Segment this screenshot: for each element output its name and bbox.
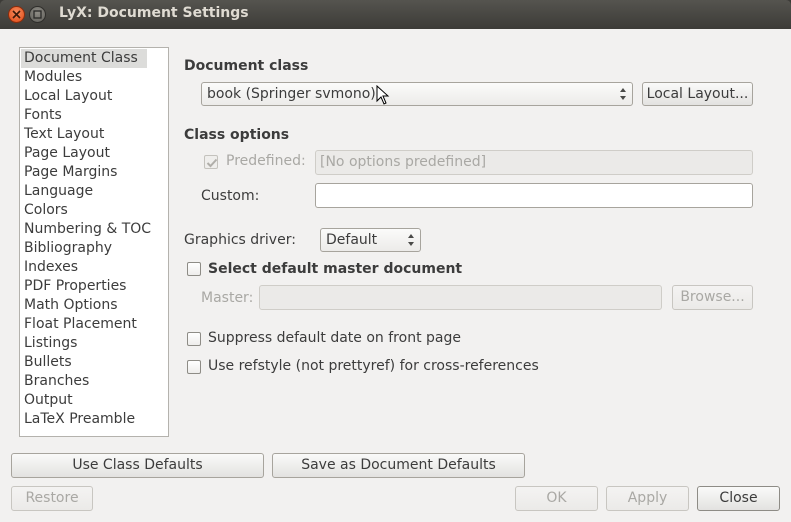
graphics-driver-label: Graphics driver: <box>184 232 296 248</box>
predefined-checkbox[interactable] <box>204 155 218 169</box>
window-title: LyX: Document Settings <box>59 5 249 21</box>
updown-arrows-icon <box>408 234 414 246</box>
window-close-button[interactable] <box>8 6 25 23</box>
nav-item-numbering-toc[interactable]: Numbering & TOC <box>21 220 151 239</box>
nav-item-branches[interactable]: Branches <box>21 372 89 391</box>
nav-item-bibliography[interactable]: Bibliography <box>21 239 112 258</box>
custom-options-input[interactable] <box>315 183 753 208</box>
suppress-date-checkbox[interactable] <box>187 332 201 346</box>
window-maximize-button[interactable] <box>29 6 46 23</box>
nav-item-pdf-properties[interactable]: PDF Properties <box>21 277 126 296</box>
apply-button[interactable]: Apply <box>606 486 689 511</box>
nav-item-math-options[interactable]: Math Options <box>21 296 118 315</box>
local-layout-button[interactable]: Local Layout... <box>642 82 753 106</box>
class-options-heading: Class options <box>184 127 290 143</box>
document-class-value: book (Springer svmono) <box>207 86 376 102</box>
refstyle-checkbox[interactable] <box>187 360 201 374</box>
dialog-body: Document Class Modules Local Layout Fonts Te… <box>0 29 791 522</box>
suppress-date-label: Suppress default date on front page <box>208 330 461 346</box>
nav-item-output[interactable]: Output <box>21 391 73 410</box>
ok-button[interactable]: OK <box>515 486 598 511</box>
document-class-select[interactable]: book (Springer svmono) <box>201 82 633 106</box>
nav-item-document-class[interactable]: Document Class <box>21 49 147 68</box>
predefined-options-field[interactable]: [No options predefined] <box>315 150 753 175</box>
nav-item-colors[interactable]: Colors <box>21 201 68 220</box>
master-document-label: Select default master document <box>208 261 463 277</box>
use-class-defaults-button[interactable]: Use Class Defaults <box>11 453 264 478</box>
nav-item-modules[interactable]: Modules <box>21 68 82 87</box>
nav-item-float-placement[interactable]: Float Placement <box>21 315 137 334</box>
nav-item-language[interactable]: Language <box>21 182 93 201</box>
nav-item-listings[interactable]: Listings <box>21 334 77 353</box>
nav-item-indexes[interactable]: Indexes <box>21 258 78 277</box>
close-button[interactable]: Close <box>697 486 780 511</box>
master-field-label: Master: <box>201 290 254 306</box>
title-bar: LyX: Document Settings <box>0 0 791 29</box>
predefined-label: Predefined: <box>226 153 306 169</box>
browse-button[interactable]: Browse... <box>672 285 753 310</box>
graphics-driver-select[interactable]: Default <box>320 228 421 252</box>
master-document-checkbox[interactable] <box>187 262 201 276</box>
refstyle-label: Use refstyle (not prettyref) for cross-r… <box>208 358 539 374</box>
save-as-document-defaults-button[interactable]: Save as Document Defaults <box>272 453 525 478</box>
maximize-icon <box>33 10 42 19</box>
restore-button[interactable]: Restore <box>11 486 93 511</box>
custom-label: Custom: <box>201 188 260 204</box>
mouse-pointer-icon <box>376 85 390 105</box>
close-icon <box>12 10 21 19</box>
nav-item-text-layout[interactable]: Text Layout <box>21 125 104 144</box>
updown-arrows-icon <box>620 88 626 100</box>
master-document-field[interactable] <box>259 285 662 310</box>
checkmark-icon <box>206 158 218 168</box>
nav-item-bullets[interactable]: Bullets <box>21 353 72 372</box>
graphics-driver-value: Default <box>326 232 378 248</box>
nav-item-page-margins[interactable]: Page Margins <box>21 163 117 182</box>
document-class-heading: Document class <box>184 58 309 74</box>
nav-item-fonts[interactable]: Fonts <box>21 106 62 125</box>
settings-category-list[interactable]: Document Class Modules Local Layout Fonts Te… <box>19 47 169 437</box>
nav-item-page-layout[interactable]: Page Layout <box>21 144 110 163</box>
nav-item-latex-preamble[interactable]: LaTeX Preamble <box>21 410 135 429</box>
nav-item-local-layout[interactable]: Local Layout <box>21 87 112 106</box>
